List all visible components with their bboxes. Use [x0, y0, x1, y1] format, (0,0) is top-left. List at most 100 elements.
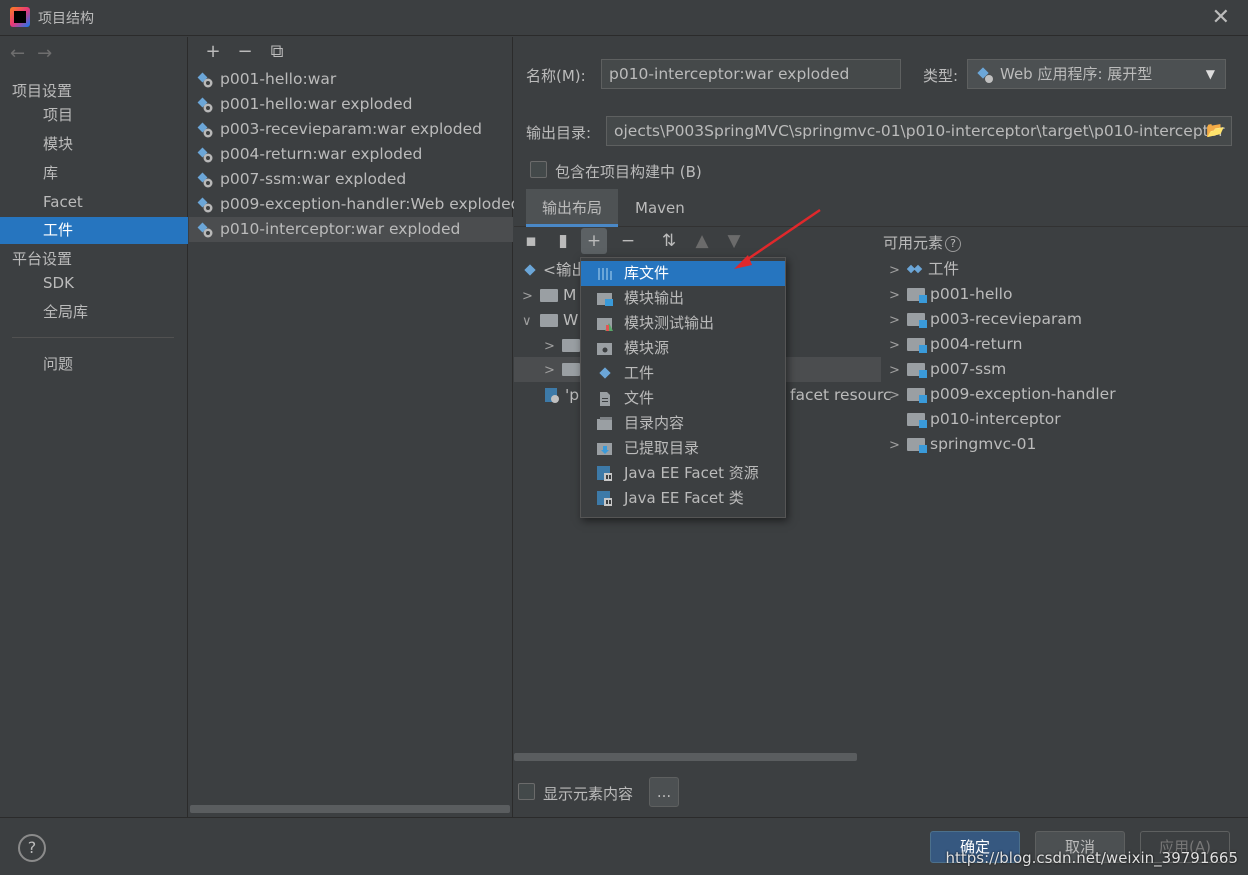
nav-item-problems[interactable]: 问题 [0, 351, 188, 378]
show-content-checkbox[interactable] [518, 783, 535, 800]
tree-row-label: M [563, 286, 577, 304]
add-copy-of-icon[interactable]: + [581, 228, 607, 254]
tab-output-layout[interactable]: 输出布局 [526, 189, 619, 227]
sort-icon[interactable]: ⇅ [656, 228, 682, 254]
available-element-label: p007-ssm [930, 360, 1007, 378]
available-element-row[interactable]: > p004-return [889, 332, 1022, 357]
tree-row-child-1[interactable]: > [544, 333, 585, 358]
nav-item-facets[interactable]: Facet [0, 189, 188, 216]
available-element-label: springmvc-01 [930, 435, 1037, 453]
popup-menu-label: 库文件 [624, 264, 670, 282]
module-folder-icon [907, 413, 927, 428]
available-element-label: p003-recevieparam [930, 310, 1082, 328]
web-artifact-icon [197, 147, 213, 163]
tree-row-root[interactable]: <输出 [522, 258, 587, 283]
web-artifact-icon [197, 97, 213, 113]
chevron-right-icon[interactable]: > [889, 383, 907, 408]
nav-item-modules[interactable]: 模块 [0, 131, 188, 158]
name-label: 名称(M): [526, 67, 586, 85]
artifact-list-label: p004-return:war exploded [220, 145, 423, 163]
help-circle-icon[interactable]: ? [945, 236, 962, 252]
popup-menu-item[interactable]: Java EE Facet 资源 [581, 461, 785, 486]
artifact-list-item[interactable]: p001-hello:war [189, 67, 513, 92]
include-build-checkbox[interactable] [530, 161, 547, 178]
chevron-right-icon[interactable]: > [522, 284, 540, 309]
module-folder-icon [907, 288, 927, 303]
artifact-list-item[interactable]: p004-return:war exploded [189, 142, 513, 167]
forward-arrow-icon[interactable]: → [37, 43, 64, 64]
back-arrow-icon[interactable]: ← [10, 43, 37, 64]
more-options-button[interactable]: ... [649, 777, 679, 807]
popup-menu-item[interactable]: 模块源 [581, 336, 785, 361]
popup-menu-item[interactable]: 已提取目录 [581, 436, 785, 461]
file-icon [600, 392, 610, 406]
artifact-list-label: p009-exception-handler:Web exploded [220, 195, 521, 213]
nav-back-forward[interactable]: ←→ [10, 43, 64, 64]
watermark-text: https://blog.csdn.net/weixin_39791665 [945, 849, 1238, 867]
available-elements-label: 可用元素? [883, 232, 962, 253]
chevron-right-icon[interactable]: > [889, 433, 907, 458]
available-element-row[interactable]: > p007-ssm [889, 357, 1006, 382]
javaee-facet-resources-icon [597, 466, 612, 481]
remove-icon[interactable]: − [229, 41, 261, 62]
available-elements-text: 可用元素 [883, 234, 944, 252]
chevron-right-icon[interactable]: > [889, 358, 907, 383]
chevron-right-icon[interactable]: > [544, 334, 562, 359]
folder-icon [562, 339, 580, 352]
help-button[interactable]: ? [18, 834, 46, 862]
nav-item-libraries[interactable]: 库 [0, 160, 188, 187]
remove-element-icon[interactable]: − [615, 228, 641, 254]
move-up-icon[interactable]: ▲ [689, 228, 715, 254]
popup-menu-item[interactable]: 工件 [581, 361, 785, 386]
type-select[interactable]: Web 应用程序: 展开型 ▼ [967, 59, 1226, 89]
web-artifact-icon [197, 122, 213, 138]
available-element-row[interactable]: > p003-recevieparam [889, 307, 1082, 332]
artifact-list-item[interactable]: p007-ssm:war exploded [189, 167, 513, 192]
output-dir-input[interactable]: ojects\P003SpringMVC\springmvc-01\p010-i… [606, 116, 1232, 146]
artifacts-hscrollbar[interactable] [190, 805, 510, 813]
copy-icon[interactable]: ⧉ [261, 41, 293, 62]
nav-section-project-settings: 项目设置 [12, 82, 73, 100]
available-element-row[interactable]: > p001-hello [889, 282, 1012, 307]
add-icon[interactable]: + [197, 41, 229, 62]
folder-icon [540, 314, 558, 327]
popup-menu-item[interactable]: 文件 [581, 386, 785, 411]
available-element-row[interactable]: > springmvc-01 [889, 432, 1036, 457]
chevron-down-icon[interactable]: ∨ [522, 309, 540, 334]
nav-item-sdk[interactable]: SDK [0, 270, 188, 297]
name-input[interactable]: p010-interceptor:war exploded [601, 59, 901, 89]
nav-item-global-libraries[interactable]: 全局库 [0, 299, 188, 326]
available-element-row[interactable]: p010-interceptor [889, 407, 1061, 432]
chevron-right-icon[interactable]: > [889, 283, 907, 308]
popup-menu-item[interactable]: Java EE Facet 类 [581, 486, 785, 511]
popup-menu-item[interactable]: 目录内容 [581, 411, 785, 436]
close-icon[interactable]: ✕ [1212, 5, 1230, 30]
nav-item-artifacts[interactable]: 工件 [0, 217, 188, 244]
artifact-list-item[interactable]: p003-recevieparam:war exploded [189, 117, 513, 142]
artifacts-toolbar: + − ⧉ [197, 41, 293, 62]
web-artifact-icon [197, 197, 213, 213]
popup-menu-label: 模块源 [624, 339, 670, 357]
artifact-list-item[interactable]: p009-exception-handler:Web exploded [189, 192, 521, 217]
horizontal-scrollbar[interactable] [514, 753, 857, 761]
browse-folder-icon[interactable]: 📂 [1206, 121, 1226, 139]
chevron-right-icon[interactable]: > [889, 333, 907, 358]
nav-item-project[interactable]: 项目 [0, 102, 188, 129]
available-element-row[interactable]: > p009-exception-handler [889, 382, 1116, 407]
artifact-list-label: p010-interceptor:war exploded [220, 220, 461, 238]
popup-menu-item[interactable]: 模块输出 [581, 286, 785, 311]
tree-row-facet-resource[interactable]: 'p [544, 383, 579, 408]
tab-maven[interactable]: Maven [619, 189, 701, 227]
chevron-right-icon[interactable]: > [544, 358, 562, 383]
type-label: 类型: [923, 67, 959, 85]
chevron-right-icon[interactable]: > [889, 258, 907, 283]
tree-row-meta-inf[interactable]: > M [522, 283, 576, 308]
tree-row-web-inf[interactable]: ∨ W [522, 308, 578, 333]
available-element-row[interactable]: > 工件 [889, 257, 959, 282]
chevron-right-icon[interactable]: > [889, 308, 907, 333]
artifact-list-item[interactable]: p010-interceptor:war exploded [189, 217, 513, 242]
archive-icon[interactable]: ▮ [550, 228, 576, 254]
create-directory-icon[interactable]: ▪ [518, 228, 544, 254]
artifact-list-item[interactable]: p001-hello:war exploded [189, 92, 513, 117]
popup-menu-item[interactable]: 模块测试输出 [581, 311, 785, 336]
